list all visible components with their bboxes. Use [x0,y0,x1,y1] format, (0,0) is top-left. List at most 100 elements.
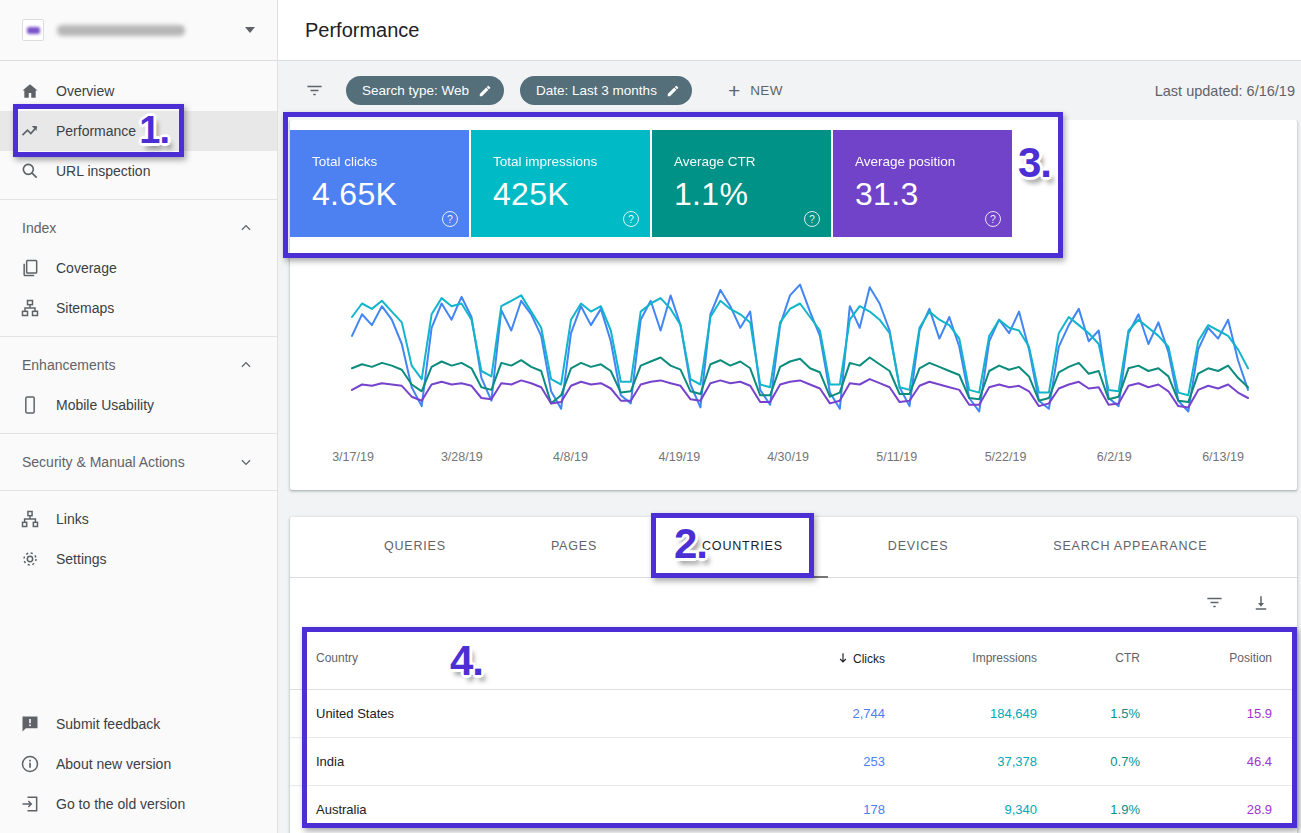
metric-card-total-impressions[interactable]: Total impressions425K? [471,130,650,237]
new-filter-label: NEW [750,83,783,98]
exit-icon [19,793,41,815]
column-header-position[interactable]: Position [1140,651,1297,665]
dimension-tabs: QUERIESPAGESCOUNTRIESDEVICESSEARCH APPEA… [290,517,1297,578]
metric-value: 1.1% [674,176,831,213]
sidebar-item-settings[interactable]: Settings [0,539,277,579]
chart-line-average-position [352,379,1248,407]
cell-clicks: 178 [730,802,885,817]
help-icon[interactable]: ? [442,211,458,227]
metric-label: Average position [855,154,1012,169]
sidebar-item-label: Links [56,511,89,527]
metric-value: 31.3 [855,176,1012,213]
sidebar-section-enhancements[interactable]: Enhancements [0,345,277,385]
sidebar-section-security-manual-actions[interactable]: Security & Manual Actions [0,442,277,482]
tab-queries[interactable]: QUERIES [339,517,491,578]
filter-rows-icon[interactable] [1205,593,1224,612]
sidebar-item-url-inspection[interactable]: URL inspection [0,151,277,191]
metric-card-average-position[interactable]: Average position 31.3? [833,130,1012,237]
sidebar-item-performance[interactable]: Performance [0,111,277,151]
cell-ctr: 1.5% [1037,706,1140,721]
metric-label: Average CTR [674,154,831,169]
date-range-chip-label: Date: Last 3 months [536,83,657,98]
content: Total clicks4.65K?Total impressions425K?… [278,120,1301,833]
feedback-icon [19,713,41,735]
column-header-impressions[interactable]: Impressions [885,651,1037,665]
sidebar-footer: Submit feedback About new version Go to th… [0,704,277,824]
sidebar-item-label: Settings [56,551,107,567]
table-header: Country ClicksImpressionsCTRPosition [290,627,1297,690]
filter-icon[interactable] [305,81,324,100]
x-axis-label: 4/30/19 [743,450,833,464]
sidebar-item-coverage[interactable]: Coverage [0,248,277,288]
metric-card-total-clicks[interactable]: Total clicks4.65K? [290,130,469,237]
column-header-country[interactable]: Country [290,651,730,665]
tab-devices[interactable]: DEVICES [843,517,993,578]
dimensions-table-card: QUERIESPAGESCOUNTRIESDEVICESSEARCH APPEA… [290,517,1297,833]
performance-line-chart [290,270,1297,445]
search-type-chip[interactable]: Search type: Web [346,76,504,105]
tab-pages[interactable]: PAGES [506,517,642,578]
sidebar-item-label: Submit feedback [56,716,160,732]
new-filter-button[interactable]: + NEW [728,80,783,101]
sidebar-item-about-new-version[interactable]: About new version [0,744,277,784]
home-icon [19,80,41,102]
sidebar-item-label: Overview [56,83,114,99]
table-row-united-states[interactable]: United States2,744184,6491.5%15.9 [290,690,1297,738]
table-row-india[interactable]: India25337,3780.7%46.4 [290,738,1297,786]
cell-impressions: 37,378 [885,754,1037,769]
tab-countries[interactable]: COUNTRIES [657,517,828,578]
property-selector[interactable] [0,0,277,61]
sidebar-nav: Overview Performance URL inspection Index Co… [0,61,277,579]
tab-search-appearance[interactable]: SEARCH APPEARANCE [1008,517,1252,578]
sidebar-item-label: Performance [56,123,136,139]
performance-chart-card: Total clicks4.65K?Total impressions425K?… [290,120,1297,490]
help-icon[interactable]: ? [985,211,1001,227]
sidebar-item-overview[interactable]: Overview [0,71,277,111]
help-icon[interactable]: ? [623,211,639,227]
cell-position: 46.4 [1140,754,1297,769]
cell-impressions: 9,340 [885,802,1037,817]
x-axis-label: 3/28/19 [417,450,507,464]
sidebar-item-submit-feedback[interactable]: Submit feedback [0,704,277,744]
download-icon[interactable] [1252,594,1270,612]
sidebar-section-label: Security & Manual Actions [22,454,185,470]
search-icon [19,160,41,182]
sidebar-item-label: Mobile Usability [56,397,154,413]
search-type-chip-label: Search type: Web [362,83,469,98]
metric-value: 4.65K [312,176,469,213]
edit-pencil-icon [478,84,492,98]
sidebar-item-label: Go to the old version [56,796,185,812]
x-axis-label: 6/2/19 [1069,450,1159,464]
coverage-icon [19,257,41,279]
sidebar-item-label: About new version [56,756,171,772]
property-domain-redacted [57,25,185,36]
sidebar-item-sitemaps[interactable]: Sitemaps [0,288,277,328]
column-header-ctr[interactable]: CTR [1037,651,1140,665]
column-header-clicks[interactable]: Clicks [730,651,885,666]
cell-ctr: 0.7% [1037,754,1140,769]
help-icon[interactable]: ? [804,211,820,227]
cell-position: 28.9 [1140,802,1297,817]
metric-card-average-ctr[interactable]: Average CTR 1.1%? [652,130,831,237]
x-axis-label: 4/19/19 [634,450,724,464]
sidebar-item-links[interactable]: Links [0,499,277,539]
sidebar-divider [0,199,277,200]
sidebar-item-go-to-the-old-version[interactable]: Go to the old version [0,784,277,824]
sidebar-item-mobile-usability[interactable]: Mobile Usability [0,385,277,425]
date-range-chip[interactable]: Date: Last 3 months [520,76,692,105]
links-icon [19,508,41,530]
table-toolbar [290,578,1297,627]
edit-pencil-icon [666,84,680,98]
sidebar-section-label: Index [22,220,56,236]
x-axis-label: 3/17/19 [308,450,398,464]
caret-down-icon [245,27,255,33]
chevron-up-icon [239,358,253,372]
info-icon [19,753,41,775]
site-logo [22,19,44,41]
x-axis-label: 4/8/19 [526,450,616,464]
table-row-australia[interactable]: Australia1789,3401.9%28.9 [290,786,1297,833]
sidebar: Overview Performance URL inspection Index Co… [0,0,278,833]
chevron-down-icon [239,455,253,469]
sidebar-item-label: Sitemaps [56,300,114,316]
sidebar-section-index[interactable]: Index [0,208,277,248]
